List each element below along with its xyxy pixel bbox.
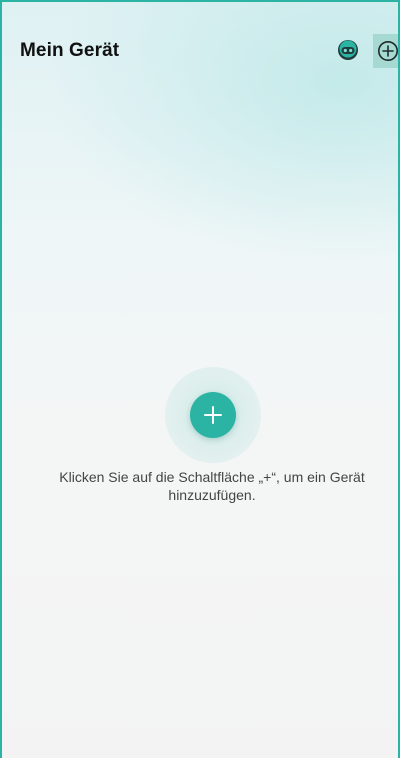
support-button[interactable] <box>336 38 360 62</box>
add-device-center-circle[interactable] <box>190 392 236 438</box>
add-device-top-button[interactable] <box>373 34 398 68</box>
plus-icon <box>204 406 222 424</box>
page-title: Mein Gerät <box>20 40 120 61</box>
add-device-center-button[interactable] <box>165 367 261 463</box>
empty-state-hint: Klicken Sie auf die Schaltfläche „+“, um… <box>59 469 365 503</box>
app-header: Mein Gerät <box>2 2 398 70</box>
circle-plus-icon <box>378 41 398 61</box>
app-screen: Mein Gerät Klicken Sie auf die Schaltflä… <box>0 0 400 758</box>
support-robot-icon <box>338 40 358 60</box>
